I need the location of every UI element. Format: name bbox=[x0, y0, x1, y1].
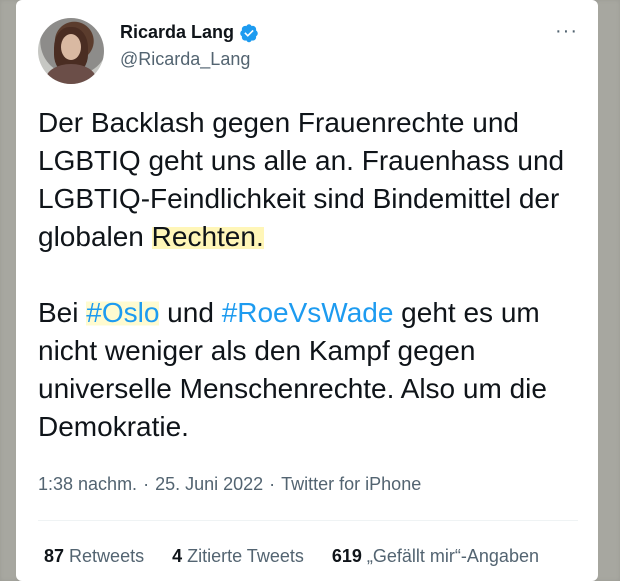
more-options-icon[interactable]: ··· bbox=[555, 21, 578, 41]
retweets-count: 87 bbox=[44, 546, 65, 566]
tweet-time[interactable]: 1:38 nachm. bbox=[38, 474, 137, 494]
tweet-paragraph-1: Der Backlash gegen Frauenrechte und LGBT… bbox=[38, 104, 576, 256]
retweets-stat[interactable]: 87 Retweets bbox=[44, 546, 144, 567]
author-block: Ricarda Lang @Ricarda_Lang bbox=[120, 22, 259, 70]
tweet-text-part: Der Backlash gegen Frauenrechte und LGBT… bbox=[38, 107, 565, 252]
likes-count: 619 bbox=[331, 546, 362, 566]
tweet-text-highlight: Rechten. bbox=[151, 221, 264, 252]
background-right-blur bbox=[596, 0, 620, 581]
quotes-count: 4 bbox=[172, 546, 183, 566]
divider bbox=[38, 520, 578, 521]
tweet-metadata: 1:38 nachm. · 25. Juni 2022 · Twitter for iP… bbox=[38, 474, 421, 495]
avatar[interactable] bbox=[38, 18, 104, 84]
likes-label: „Gefällt mir“-Angaben bbox=[366, 546, 539, 566]
separator: · bbox=[143, 474, 150, 494]
tweet-source[interactable]: Twitter for iPhone bbox=[281, 474, 421, 494]
tweet-text-part: Bei bbox=[38, 297, 87, 328]
retweets-label: Retweets bbox=[69, 546, 145, 566]
separator: · bbox=[269, 474, 276, 494]
tweet-card: Ricarda Lang @Ricarda_Lang ··· Der Backl… bbox=[16, 0, 598, 581]
quote-tweets-stat[interactable]: 4 Zitierte Tweets bbox=[172, 546, 304, 567]
quotes-label: Zitierte Tweets bbox=[187, 546, 304, 566]
tweet-text: Der Backlash gegen Frauenrechte und LGBT… bbox=[38, 104, 576, 446]
tweet-stats: 87 Retweets 4 Zitierte Tweets 619 „Gefäl… bbox=[44, 546, 567, 567]
likes-stat[interactable]: 619 „Gefällt mir“-Angaben bbox=[332, 546, 539, 567]
verified-badge-icon bbox=[240, 23, 258, 42]
author-name[interactable]: Ricarda Lang bbox=[120, 22, 234, 43]
author-handle[interactable]: @Ricarda_Lang bbox=[120, 49, 259, 70]
author-name-row[interactable]: Ricarda Lang bbox=[120, 22, 259, 43]
tweet-paragraph-2: Bei #Oslo und #RoeVsWade geht es um nich… bbox=[38, 294, 576, 446]
tweet-text-part: und bbox=[159, 297, 222, 328]
tweet-header: Ricarda Lang @Ricarda_Lang ··· bbox=[38, 12, 578, 86]
hashtag-oslo-link[interactable]: #Oslo bbox=[86, 297, 160, 328]
hashtag-roevswade-link[interactable]: #RoeVsWade bbox=[222, 297, 394, 328]
tweet-date[interactable]: 25. Juni 2022 bbox=[155, 474, 263, 494]
